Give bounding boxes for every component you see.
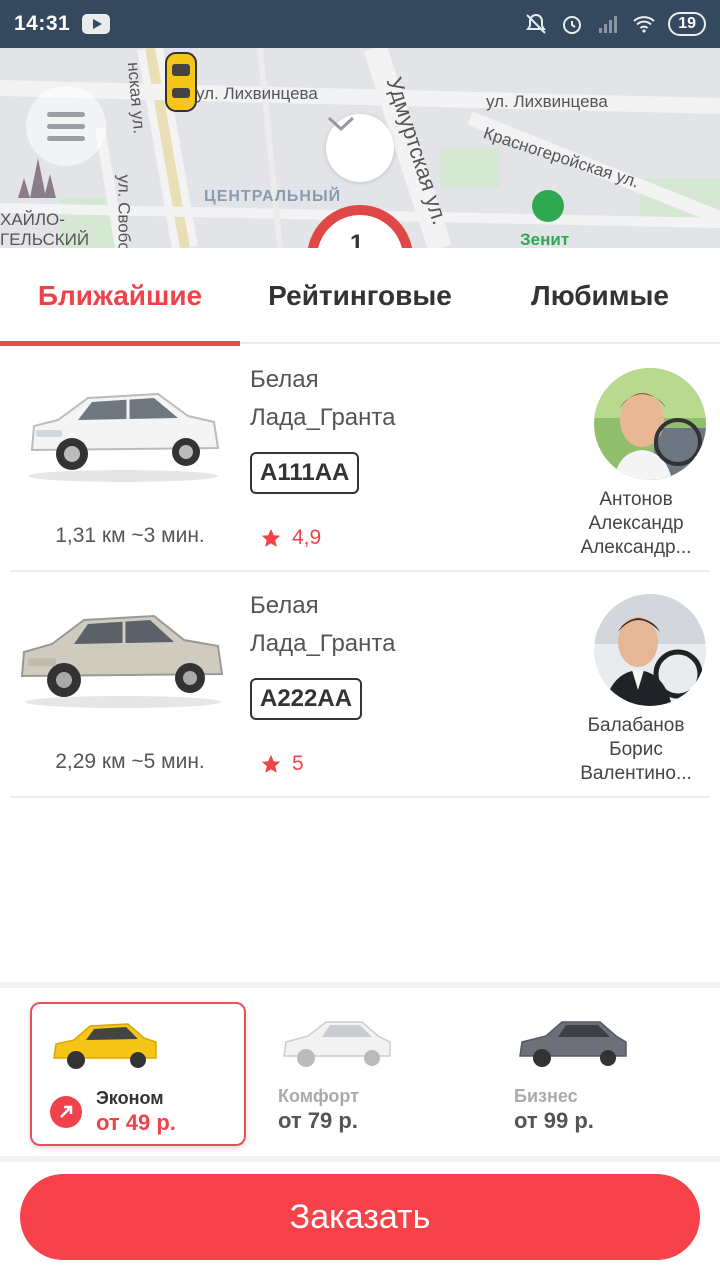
street-label: ул. Лихвинцева xyxy=(196,84,318,103)
arrow-icon xyxy=(50,1096,82,1128)
menu-button[interactable] xyxy=(26,86,106,166)
driver-name: Балабанов Борис Валентино... xyxy=(566,714,706,786)
signal-icon xyxy=(599,16,618,33)
rating-value: 4,9 xyxy=(292,526,322,549)
driver-first-name: Александр xyxy=(588,513,684,534)
car-model: Лада_Гранта xyxy=(250,404,396,431)
wifi-icon xyxy=(633,16,655,33)
tariff-comfort[interactable]: Комфорт от 79 р. xyxy=(232,1002,448,1146)
menu-icon xyxy=(47,123,85,129)
driver-surname: Антонов xyxy=(599,489,673,510)
battery-indicator: 19 xyxy=(668,12,706,36)
tariff-price: от 99 р. xyxy=(514,1108,594,1133)
car-image xyxy=(28,392,220,482)
star-icon xyxy=(261,528,281,547)
district-label: ХАЙЛО- xyxy=(0,210,65,229)
alarm-icon xyxy=(563,16,582,34)
menu-icon xyxy=(47,111,85,117)
driver-first-name: Борис xyxy=(609,739,663,760)
street-label: ул. Лихвинцева xyxy=(486,92,608,111)
car-list: 1,31 км ~3 мин. Белая Лада_Гранта А111АА… xyxy=(0,346,720,798)
tariff-name: Эконом xyxy=(96,1088,164,1108)
driver-avatar xyxy=(594,594,706,706)
status-bar: 14:31 19 xyxy=(0,0,720,48)
poi-label: Зенит xyxy=(520,230,570,248)
license-plate: А222АА xyxy=(250,678,363,720)
youtube-icon xyxy=(82,14,111,34)
status-icons: 19 xyxy=(524,12,706,36)
map-marker-number: 1 xyxy=(350,230,364,248)
mute-icon xyxy=(526,13,547,34)
business-car-icon xyxy=(519,1021,627,1067)
driver-rating: 5 xyxy=(260,752,304,776)
tab-nearest[interactable]: Ближайшие xyxy=(0,248,240,346)
comfort-car-icon xyxy=(283,1021,391,1067)
car-color: Белая xyxy=(250,366,319,393)
collapse-map-button[interactable] xyxy=(326,114,394,182)
tariff-price: от 79 р. xyxy=(278,1108,358,1133)
car-list-item[interactable]: 1,31 км ~3 мин. Белая Лада_Гранта А111АА… xyxy=(10,346,710,572)
tariff-name: Бизнес xyxy=(514,1086,578,1106)
car-color: Белая xyxy=(250,592,319,619)
car-image xyxy=(20,614,224,708)
tariff-price: от 49 р. xyxy=(96,1110,176,1135)
car-distance-eta: 1,31 км ~3 мин. xyxy=(55,524,205,547)
driver-name: Антонов Александр Александр... xyxy=(566,488,706,560)
car-list-item[interactable]: 2,29 км ~5 мин. Белая Лада_Гранта А222АА… xyxy=(10,572,710,798)
tariff-economy[interactable]: Эконом от 49 р. xyxy=(30,1002,246,1146)
taxi-car-icon xyxy=(53,1023,157,1069)
driver-patronymic: Александр... xyxy=(580,537,692,558)
menu-icon xyxy=(47,135,85,141)
rating-value: 5 xyxy=(292,752,304,775)
license-plate: А111АА xyxy=(250,452,360,494)
order-button[interactable]: Заказать xyxy=(20,1174,700,1260)
car-model: Лада_Гранта xyxy=(250,630,396,657)
filter-tabs: Ближайшие Рейтинговые Любимые xyxy=(0,248,720,346)
driver-avatar xyxy=(594,368,706,480)
map[interactable]: ул. Лихвинцева ул. Лихвинцева Удмуртская… xyxy=(0,48,720,248)
chevron-down-icon xyxy=(327,116,355,132)
car-distance-eta: 2,29 км ~5 мин. xyxy=(55,750,205,773)
district-label: ГЕЛЬСКИЙ xyxy=(0,230,90,248)
status-time: 14:31 xyxy=(14,12,71,35)
tariff-business[interactable]: Бизнес от 99 р. xyxy=(468,1002,684,1146)
tab-rating[interactable]: Рейтинговые xyxy=(240,248,480,344)
driver-rating: 4,9 xyxy=(260,526,321,550)
driver-surname: Балабанов xyxy=(587,715,685,736)
street-label: ул. Свобод xyxy=(114,174,134,248)
tariff-name: Комфорт xyxy=(278,1086,359,1106)
driver-patronymic: Валентино... xyxy=(580,763,692,784)
tab-favorites[interactable]: Любимые xyxy=(480,248,720,344)
star-icon xyxy=(261,754,281,773)
district-label: Центральный xyxy=(204,188,342,205)
tariff-selector: Эконом от 49 р. Комфорт от 79 р. Бизнес … xyxy=(0,982,720,1162)
